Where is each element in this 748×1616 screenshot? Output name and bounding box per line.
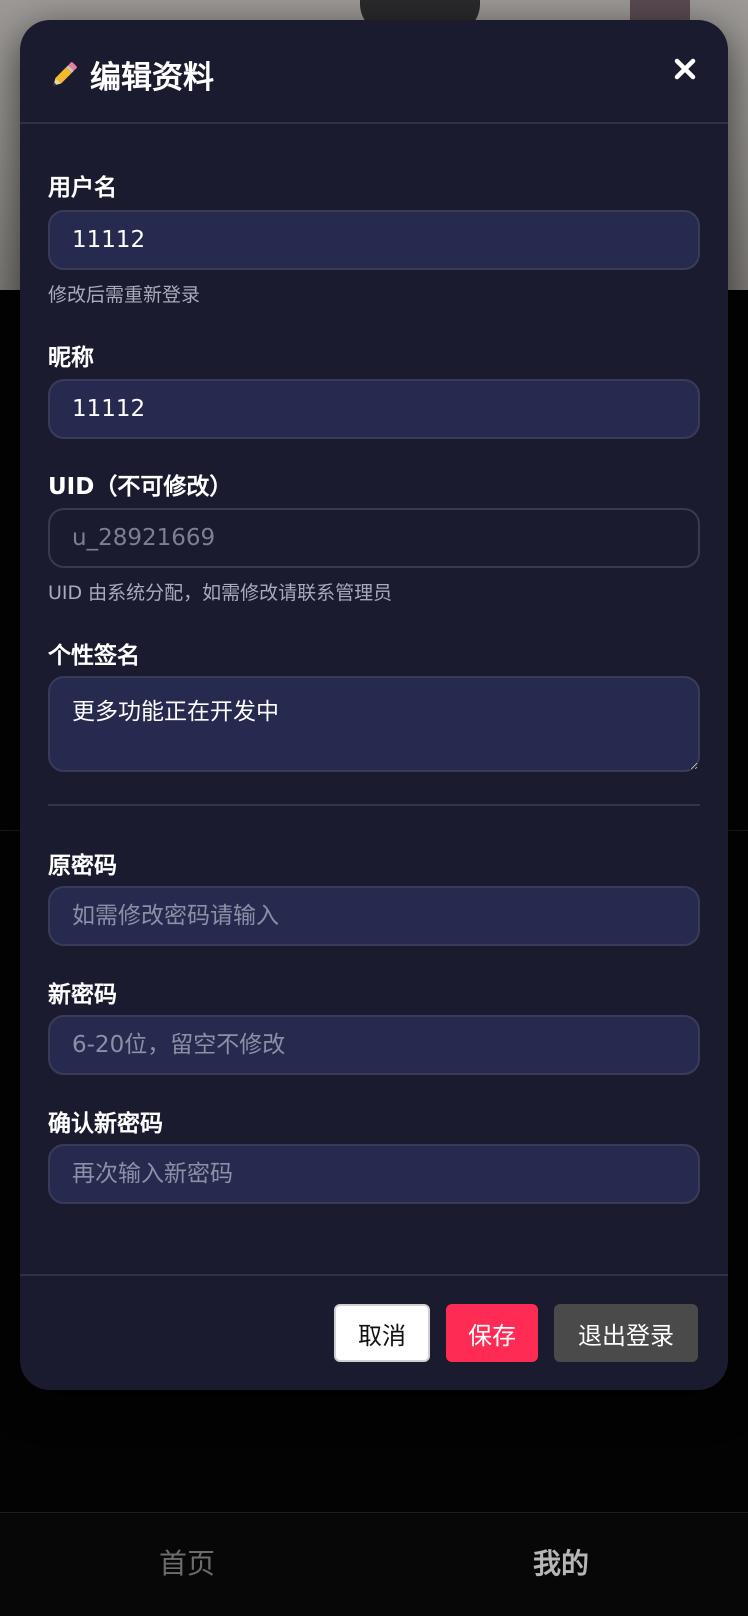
uid-label: UID（不可修改） (48, 474, 233, 500)
close-icon (674, 58, 696, 80)
username-label: 用户名 (48, 175, 117, 201)
confirm-password-input[interactable] (48, 1144, 700, 1204)
old-password-label: 原密码 (48, 853, 117, 879)
nickname-input[interactable] (48, 379, 700, 439)
nav-item-home[interactable]: 首页 (0, 1513, 374, 1616)
modal-title: 编辑资料 (90, 60, 214, 96)
edit-profile-modal: 编辑资料 用户名 修改后需重新登录 昵称 UID（不可修改） UID 由系统分配… (20, 20, 728, 1390)
old-password-input[interactable] (48, 886, 700, 946)
signature-label: 个性签名 (48, 643, 140, 669)
username-hint: 修改后需重新登录 (48, 284, 201, 306)
nickname-label: 昵称 (48, 345, 94, 371)
logout-button[interactable]: 退出登录 (554, 1304, 698, 1362)
modal-title-row: 编辑资料 (48, 52, 214, 97)
section-divider (48, 804, 700, 806)
bottom-nav: 首页 我的 (0, 1512, 748, 1616)
nav-item-me[interactable]: 我的 (374, 1513, 748, 1616)
signature-textarea[interactable]: 更多功能正在开发中 (48, 676, 700, 772)
pencil-icon (48, 59, 80, 91)
uid-hint: UID 由系统分配，如需修改请联系管理员 (48, 582, 393, 604)
new-password-input[interactable] (48, 1015, 700, 1075)
app-screen: 首页 我的 编辑资料 用户名 11112 修改后需重新登录 昵称 11112 U… (0, 0, 748, 1616)
save-button[interactable]: 保存 (446, 1304, 538, 1362)
close-button[interactable] (668, 52, 702, 86)
confirm-password-label: 确认新密码 (48, 1111, 163, 1137)
cancel-button[interactable]: 取消 (334, 1304, 430, 1362)
uid-input (48, 508, 700, 568)
new-password-label: 新密码 (48, 982, 117, 1008)
modal-header: 编辑资料 (20, 20, 728, 124)
username-input[interactable] (48, 210, 700, 270)
modal-footer: 取消 保存 退出登录 (20, 1274, 728, 1390)
